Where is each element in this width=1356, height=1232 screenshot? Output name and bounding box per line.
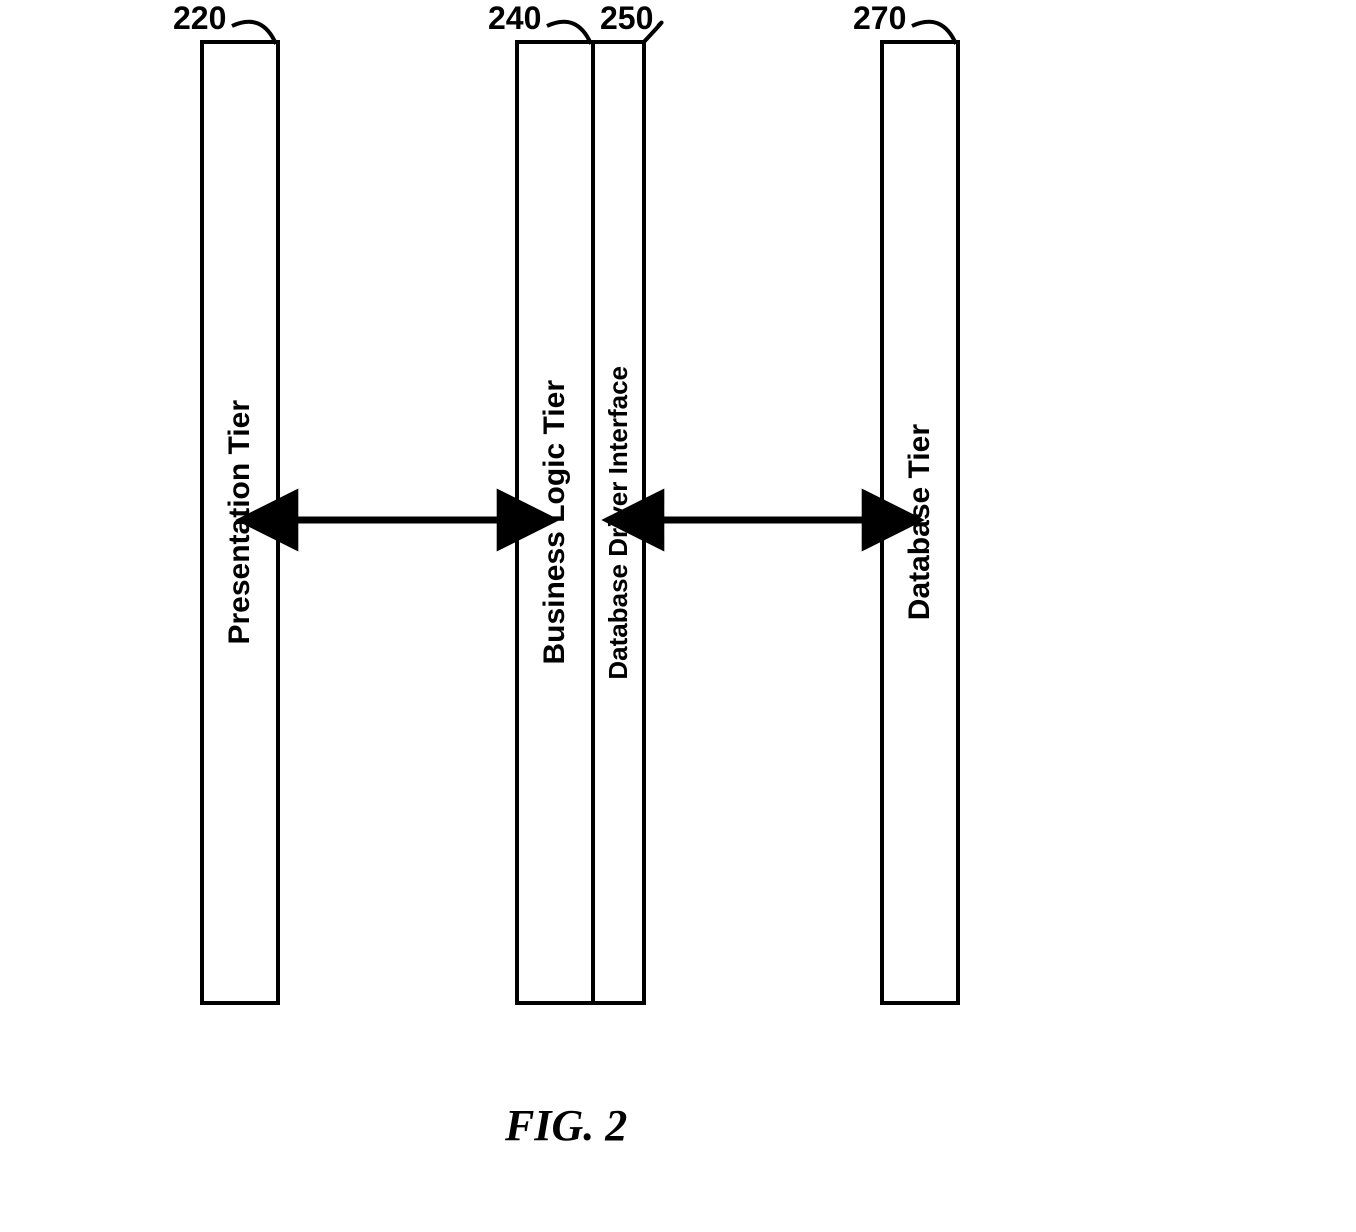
label-presentation-tier: Presentation Tier xyxy=(223,400,257,645)
box-presentation-tier: Presentation Tier xyxy=(200,40,280,1005)
figure-caption: FIG. 2 xyxy=(505,1100,627,1151)
label-business-logic-tier: Business Logic Tier xyxy=(538,380,572,665)
ref-presentation: 220 xyxy=(173,0,226,37)
diagram-stage: Presentation Tier Business Logic Tier Da… xyxy=(0,0,1356,1232)
label-database-tier: Database Tier xyxy=(903,424,937,620)
ref-driver: 250 xyxy=(600,0,653,37)
ref-database: 270 xyxy=(853,0,906,37)
box-database-tier: Database Tier xyxy=(880,40,960,1005)
box-database-driver-interface: Database Driver Interface xyxy=(591,40,646,1005)
box-business-logic-tier: Business Logic Tier xyxy=(515,40,595,1005)
label-database-driver-interface: Database Driver Interface xyxy=(603,366,634,680)
ref-business: 240 xyxy=(488,0,541,37)
